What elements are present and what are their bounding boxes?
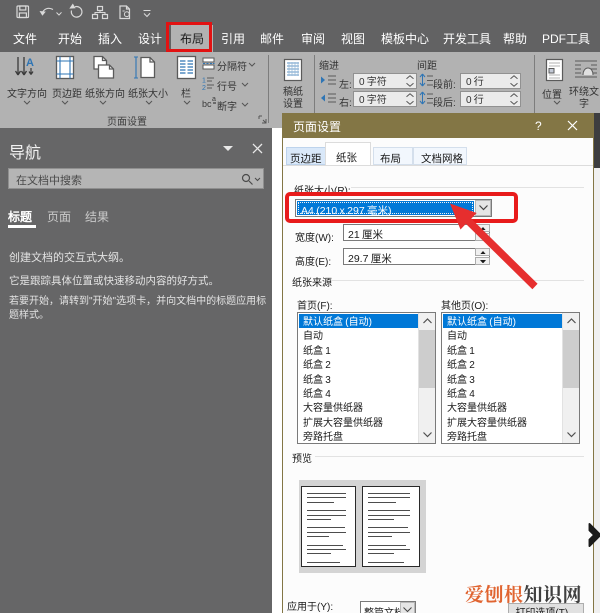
svg-text:a: a <box>212 96 216 103</box>
svg-text:1: 1 <box>202 78 206 85</box>
svg-text:2: 2 <box>202 85 206 90</box>
svg-text:bc: bc <box>202 99 212 109</box>
svg-text:A: A <box>26 57 34 69</box>
